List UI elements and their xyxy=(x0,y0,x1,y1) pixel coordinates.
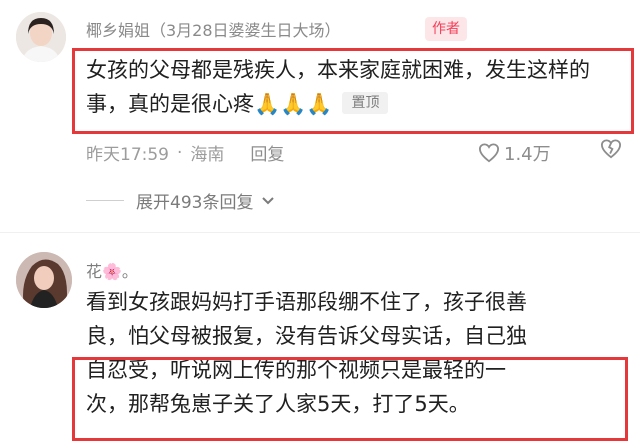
comment-text: 看到女孩跟妈妈打手语那段绷不住了，孩子很善 良，怕父母被报复，没有告诉父母实话，… xyxy=(86,285,632,421)
meta-separator: · xyxy=(177,142,183,163)
comment-line: 良，怕父母被报复，没有告诉父母实话，自己独 xyxy=(86,324,527,348)
comment-author-name[interactable]: 花🌸。 xyxy=(86,258,138,282)
comment-time: 昨天17:59 xyxy=(86,145,169,165)
broken-heart-icon xyxy=(600,139,622,159)
heart-icon xyxy=(478,143,500,163)
author-badge: 作者 xyxy=(425,17,467,41)
like-count: 1.4万 xyxy=(504,144,551,165)
comment-body: 女孩的父母都是残疾人，本来家庭就困难，发生这样的事，真的是很心疼 xyxy=(86,58,590,116)
divider xyxy=(0,232,640,233)
pinned-tag: 置顶 xyxy=(342,92,389,114)
dislike-button[interactable] xyxy=(600,139,622,163)
reply-button[interactable]: 回复 xyxy=(250,140,284,165)
comment-line: 看到女孩跟妈妈打手语那段绷不住了，孩子很善 xyxy=(86,290,527,314)
expand-line xyxy=(86,200,124,201)
pray-emoji: 🙏🙏🙏 xyxy=(254,92,333,116)
chevron-down-icon xyxy=(262,196,275,204)
expand-label: 展开493条回复 xyxy=(136,193,254,213)
comment-meta: 昨天17:59 · 海南 回复 xyxy=(86,140,284,166)
comment-location: 海南 xyxy=(190,145,225,165)
comment-author-name[interactable]: 椰乡娟姐（3月28日婆婆生日大场） xyxy=(86,17,341,41)
like-button[interactable]: 1.4万 xyxy=(478,140,551,166)
comment-line: 次，那帮兔崽子关了人家5天，打了5天。 xyxy=(86,392,470,416)
comment-text: 女孩的父母都是残疾人，本来家庭就困难，发生这样的事，真的是很心疼🙏🙏🙏 置顶 xyxy=(86,53,626,121)
avatar[interactable] xyxy=(16,252,72,308)
avatar[interactable] xyxy=(16,12,66,62)
comment-line: 自忍受，听说网上传的那个视频只是最轻的一 xyxy=(86,358,506,382)
expand-replies-button[interactable]: 展开493条回复 xyxy=(86,188,275,213)
